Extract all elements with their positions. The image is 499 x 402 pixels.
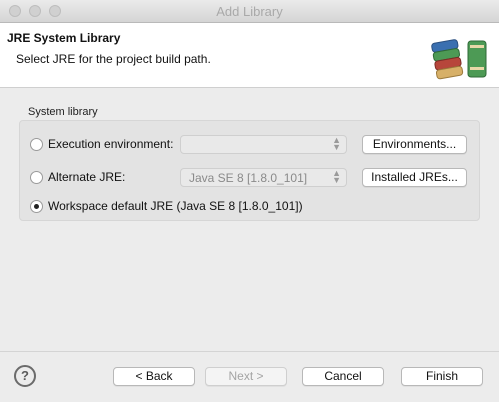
next-button[interactable]: Next > bbox=[205, 367, 287, 386]
page-title: JRE System Library bbox=[7, 31, 121, 45]
execution-environment-radio[interactable] bbox=[30, 138, 43, 151]
page-description: Select JRE for the project build path. bbox=[16, 52, 211, 66]
alternate-jre-radio[interactable] bbox=[30, 171, 43, 184]
footer-divider bbox=[0, 351, 499, 352]
alternate-jre-value: Java SE 8 [1.8.0_101] bbox=[189, 171, 308, 185]
combo-stepper-icon: ▲ ▼ bbox=[332, 135, 341, 152]
library-books-icon bbox=[431, 39, 487, 80]
system-library-group: Execution environment: ▲ ▼ Environments..… bbox=[19, 120, 480, 221]
workspace-default-jre-radio[interactable] bbox=[30, 200, 43, 213]
wizard-header: JRE System Library Select JRE for the pr… bbox=[0, 23, 499, 88]
window-title: Add Library bbox=[216, 4, 283, 19]
system-library-label: System library bbox=[28, 106, 98, 118]
combo-stepper-icon: ▲ ▼ bbox=[332, 168, 341, 185]
workspace-default-jre-label: Workspace default JRE (Java SE 8 [1.8.0_… bbox=[48, 199, 303, 213]
help-icon[interactable]: ? bbox=[14, 365, 36, 387]
alternate-jre-combo[interactable]: Java SE 8 [1.8.0_101] ▲ ▼ bbox=[180, 168, 347, 187]
execution-environment-combo[interactable]: ▲ ▼ bbox=[180, 135, 347, 154]
environments-button[interactable]: Environments... bbox=[362, 135, 467, 154]
cancel-button[interactable]: Cancel bbox=[302, 367, 384, 386]
installed-jres-button[interactable]: Installed JREs... bbox=[362, 168, 467, 187]
back-button[interactable]: < Back bbox=[113, 367, 195, 386]
alternate-jre-label: Alternate JRE: bbox=[48, 170, 126, 184]
finish-button[interactable]: Finish bbox=[401, 367, 483, 386]
window-titlebar: Add Library bbox=[0, 0, 499, 23]
execution-environment-label: Execution environment: bbox=[48, 137, 174, 151]
